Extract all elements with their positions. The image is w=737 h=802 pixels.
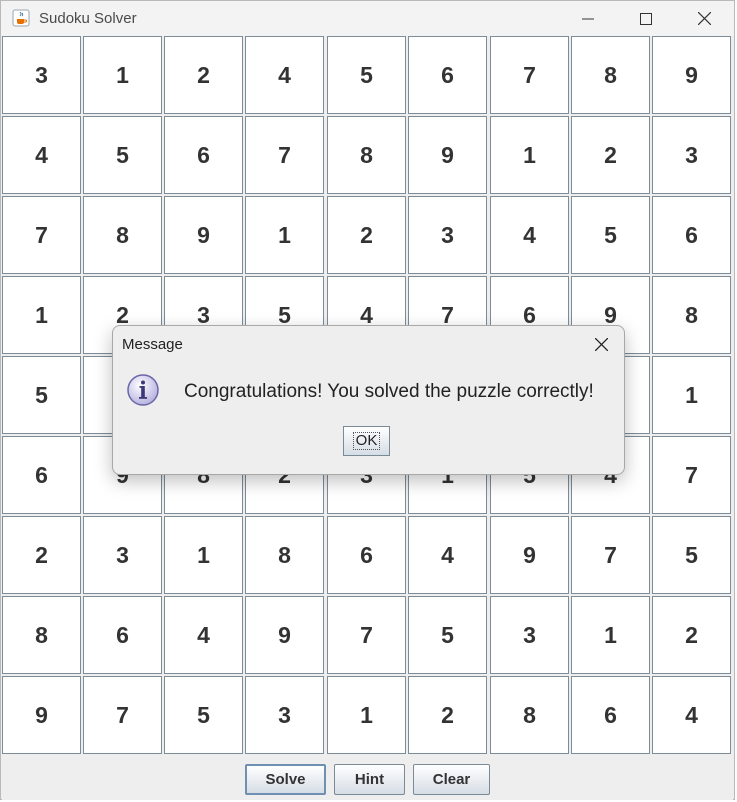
solve-button[interactable]: Solve bbox=[245, 764, 326, 795]
cell-r2-c1[interactable]: 4 bbox=[2, 116, 81, 194]
java-cup-icon bbox=[12, 9, 30, 27]
cell-r1-c8[interactable]: 8 bbox=[571, 36, 650, 114]
title-bar[interactable]: Sudoku Solver bbox=[1, 1, 734, 36]
cell-r5-c9[interactable]: 1 bbox=[652, 356, 731, 434]
cell-r1-c7[interactable]: 7 bbox=[490, 36, 569, 114]
cell-r2-c6[interactable]: 9 bbox=[408, 116, 487, 194]
cell-r9-c4[interactable]: 3 bbox=[245, 676, 324, 754]
cell-r3-c5[interactable]: 2 bbox=[327, 196, 406, 274]
cell-r3-c8[interactable]: 5 bbox=[571, 196, 650, 274]
cell-r5-c1[interactable]: 5 bbox=[2, 356, 81, 434]
message-dialog: Message Congratulations! You solved the … bbox=[112, 325, 625, 475]
dialog-title: Message bbox=[122, 336, 183, 353]
cell-r7-c3[interactable]: 1 bbox=[164, 516, 243, 594]
cell-r7-c7[interactable]: 9 bbox=[490, 516, 569, 594]
minimize-button[interactable] bbox=[559, 1, 617, 36]
window-title: Sudoku Solver bbox=[39, 10, 137, 27]
cell-r7-c1[interactable]: 2 bbox=[2, 516, 81, 594]
cell-r7-c8[interactable]: 7 bbox=[571, 516, 650, 594]
cell-r8-c8[interactable]: 1 bbox=[571, 596, 650, 674]
close-icon bbox=[697, 12, 711, 25]
cell-r8-c6[interactable]: 5 bbox=[408, 596, 487, 674]
cell-r6-c9[interactable]: 7 bbox=[652, 436, 731, 514]
cell-r9-c3[interactable]: 5 bbox=[164, 676, 243, 754]
cell-r4-c1[interactable]: 1 bbox=[2, 276, 81, 354]
cell-r1-c6[interactable]: 6 bbox=[408, 36, 487, 114]
maximize-button[interactable] bbox=[617, 1, 675, 36]
cell-r8-c9[interactable]: 2 bbox=[652, 596, 731, 674]
cell-r1-c1[interactable]: 3 bbox=[2, 36, 81, 114]
cell-r2-c9[interactable]: 3 bbox=[652, 116, 731, 194]
cell-r8-c5[interactable]: 7 bbox=[327, 596, 406, 674]
minimize-icon bbox=[582, 18, 594, 19]
cell-r9-c5[interactable]: 1 bbox=[327, 676, 406, 754]
cell-r7-c9[interactable]: 5 bbox=[652, 516, 731, 594]
dialog-message: Congratulations! You solved the puzzle c… bbox=[184, 381, 594, 402]
cell-r2-c4[interactable]: 7 bbox=[245, 116, 324, 194]
cell-r3-c9[interactable]: 6 bbox=[652, 196, 731, 274]
cell-r6-c1[interactable]: 6 bbox=[2, 436, 81, 514]
cell-r3-c2[interactable]: 8 bbox=[83, 196, 162, 274]
cell-r4-c9[interactable]: 8 bbox=[652, 276, 731, 354]
cell-r7-c5[interactable]: 6 bbox=[327, 516, 406, 594]
cell-r3-c3[interactable]: 9 bbox=[164, 196, 243, 274]
close-icon bbox=[594, 337, 608, 351]
maximize-icon bbox=[640, 12, 652, 25]
cell-r9-c8[interactable]: 6 bbox=[571, 676, 650, 754]
cell-r9-c9[interactable]: 4 bbox=[652, 676, 731, 754]
ok-button[interactable]: OK bbox=[343, 426, 390, 456]
cell-r7-c2[interactable]: 3 bbox=[83, 516, 162, 594]
close-button[interactable] bbox=[675, 1, 733, 36]
cell-r1-c5[interactable]: 5 bbox=[327, 36, 406, 114]
ok-button-label: OK bbox=[352, 432, 381, 450]
cell-r9-c1[interactable]: 9 bbox=[2, 676, 81, 754]
cell-r1-c9[interactable]: 9 bbox=[652, 36, 731, 114]
cell-r3-c6[interactable]: 3 bbox=[408, 196, 487, 274]
cell-r8-c7[interactable]: 3 bbox=[490, 596, 569, 674]
dialog-close-button[interactable] bbox=[585, 332, 617, 356]
info-icon bbox=[127, 374, 159, 406]
cell-r8-c3[interactable]: 4 bbox=[164, 596, 243, 674]
cell-r8-c2[interactable]: 6 bbox=[83, 596, 162, 674]
cell-r7-c4[interactable]: 8 bbox=[245, 516, 324, 594]
cell-r1-c4[interactable]: 4 bbox=[245, 36, 324, 114]
cell-r1-c3[interactable]: 2 bbox=[164, 36, 243, 114]
clear-button[interactable]: Clear bbox=[413, 764, 490, 795]
cell-r2-c2[interactable]: 5 bbox=[83, 116, 162, 194]
cell-r2-c5[interactable]: 8 bbox=[327, 116, 406, 194]
cell-r1-c2[interactable]: 1 bbox=[83, 36, 162, 114]
cell-r8-c1[interactable]: 8 bbox=[2, 596, 81, 674]
cell-r9-c7[interactable]: 8 bbox=[490, 676, 569, 754]
cell-r8-c4[interactable]: 9 bbox=[245, 596, 324, 674]
cell-r3-c4[interactable]: 1 bbox=[245, 196, 324, 274]
cell-r9-c6[interactable]: 2 bbox=[408, 676, 487, 754]
hint-button[interactable]: Hint bbox=[334, 764, 405, 795]
cell-r3-c7[interactable]: 4 bbox=[490, 196, 569, 274]
cell-r3-c1[interactable]: 7 bbox=[2, 196, 81, 274]
cell-r9-c2[interactable]: 7 bbox=[83, 676, 162, 754]
cell-r2-c8[interactable]: 2 bbox=[571, 116, 650, 194]
cell-r2-c7[interactable]: 1 bbox=[490, 116, 569, 194]
cell-r7-c6[interactable]: 4 bbox=[408, 516, 487, 594]
cell-r2-c3[interactable]: 6 bbox=[164, 116, 243, 194]
